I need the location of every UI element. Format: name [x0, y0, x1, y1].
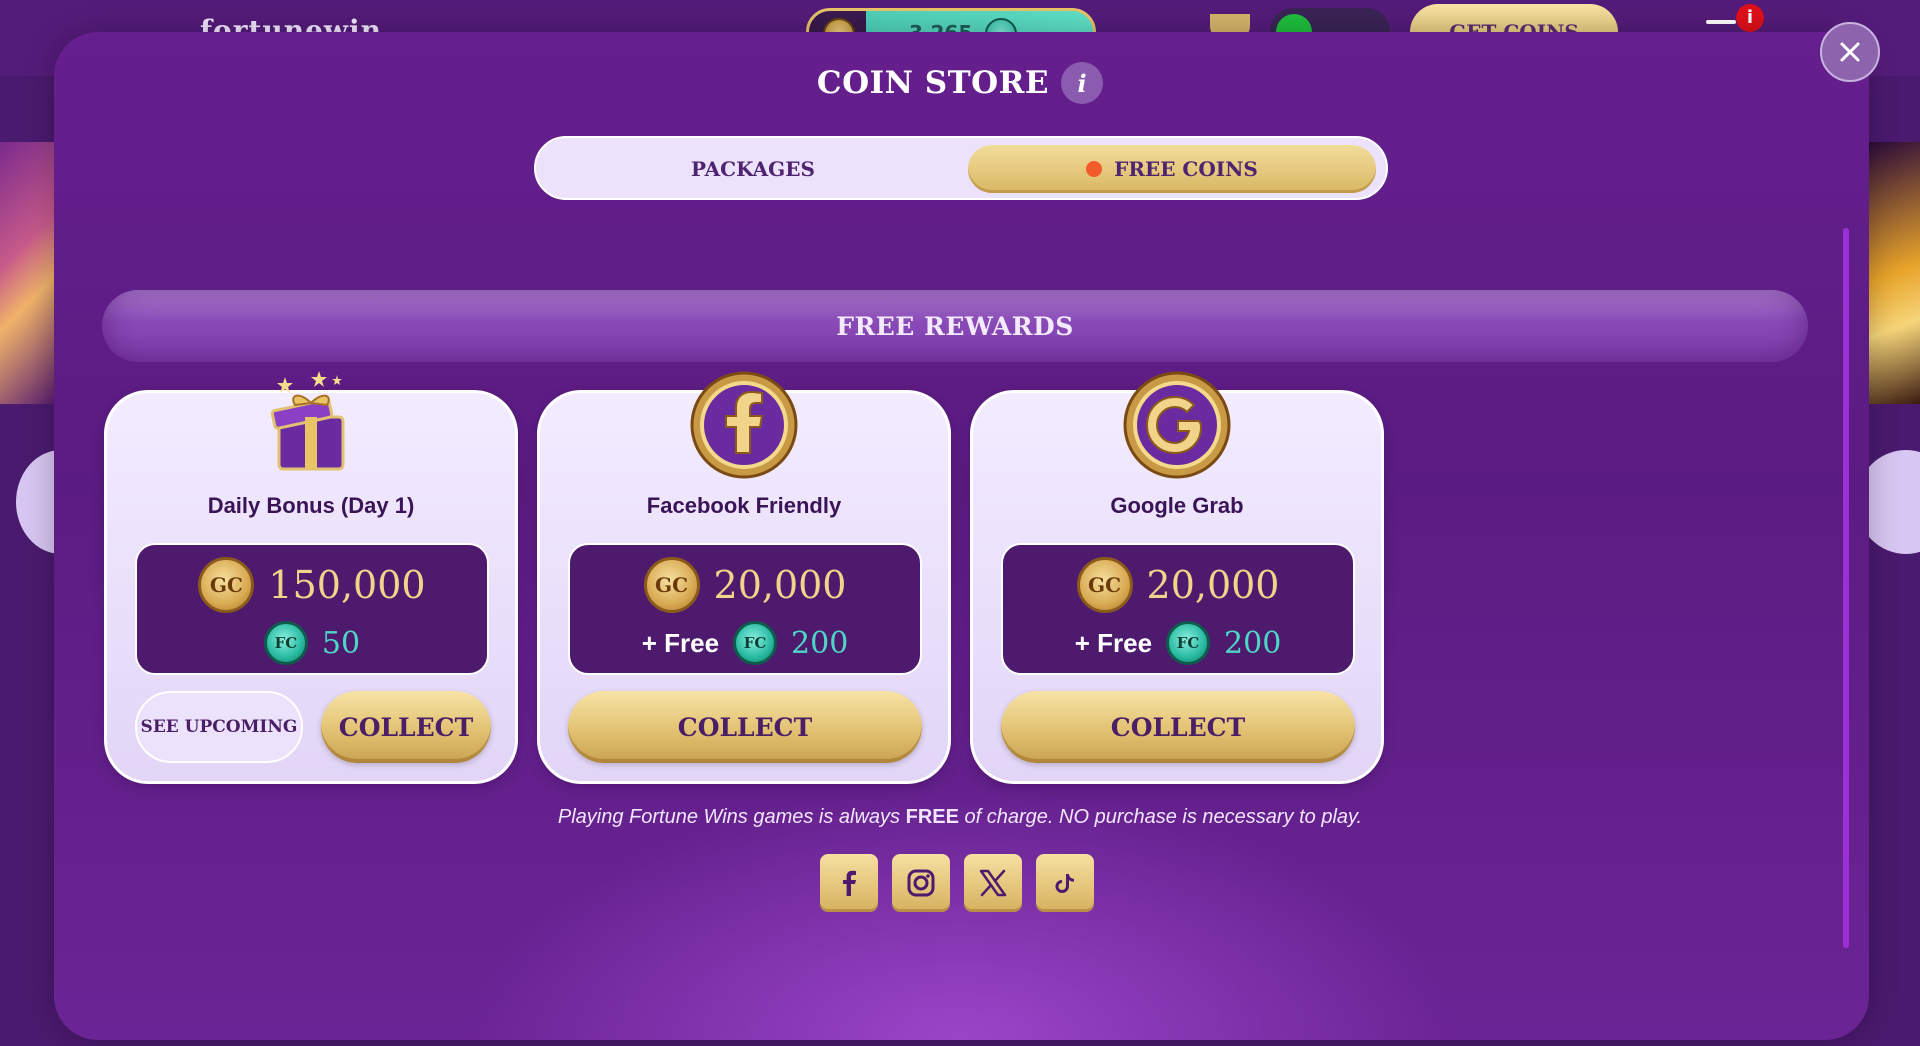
tiktok-button[interactable]	[1036, 854, 1094, 912]
gift-box-icon	[270, 371, 345, 471]
store-tabs: PACKAGES FREE COINS	[534, 136, 1388, 200]
notification-dot-icon	[1086, 161, 1103, 177]
gc-coin-icon: GC	[1076, 557, 1133, 613]
modal-scrollbar[interactable]	[1843, 228, 1849, 948]
fc-coin-icon: FC	[263, 621, 308, 665]
x-icon	[979, 869, 1007, 897]
fc-amount: 200	[1224, 625, 1282, 661]
see-upcoming-button[interactable]: SEE UPCOMING	[135, 691, 303, 763]
collect-button[interactable]: COLLECT	[321, 691, 491, 763]
background-game-tile-left	[0, 142, 54, 404]
instagram-button[interactable]	[892, 854, 950, 912]
background-game-tile-right	[1868, 142, 1920, 404]
fc-coin-icon: FC	[1166, 621, 1211, 665]
section-title: FREE REWARDS	[102, 290, 1808, 362]
page-title: COIN STORE	[816, 65, 1050, 101]
instagram-icon	[907, 869, 935, 897]
gc-coin-icon: GC	[198, 557, 255, 613]
tiktok-icon	[1055, 874, 1074, 893]
close-icon	[1840, 42, 1860, 62]
reward-amounts: GC 20,000 + Free FC 200	[568, 543, 922, 675]
facebook-button[interactable]	[820, 854, 878, 912]
reward-title: Facebook Friendly	[646, 493, 842, 518]
google-coin-icon	[1123, 371, 1231, 479]
tab-free-coins[interactable]: FREE COINS	[968, 145, 1376, 193]
reward-amounts: GC 20,000 + Free FC 200	[1001, 543, 1355, 675]
info-button[interactable]: i	[1061, 62, 1104, 104]
notification-badge: i	[1736, 4, 1764, 32]
facebook-coin-icon	[690, 371, 798, 479]
reward-card-daily-bonus: Daily Bonus (Day 1) GC 150,000 FC 50 SEE…	[104, 371, 518, 784]
social-links	[820, 854, 1094, 912]
tab-label: FREE COINS	[1114, 157, 1258, 181]
tab-label: PACKAGES	[691, 157, 815, 181]
tab-packages[interactable]: PACKAGES	[544, 145, 962, 193]
gc-amount: 20,000	[1146, 563, 1280, 607]
free-prefix: + Free	[641, 627, 720, 658]
disclaimer-text: of charge. NO purchase is necessary to p…	[958, 806, 1363, 828]
disclaimer-text: Playing Fortune Wins games is always	[557, 806, 906, 828]
reward-title: Google Grab	[1110, 493, 1244, 518]
collect-button[interactable]: COLLECT	[568, 691, 922, 763]
modal-header: COIN STORE i	[0, 62, 1920, 104]
free-prefix: + Free	[1074, 627, 1153, 658]
reward-title: Daily Bonus (Day 1)	[207, 493, 415, 518]
fc-coin-icon: FC	[733, 621, 778, 665]
menu-icon[interactable]	[1706, 20, 1736, 24]
free-play-disclaimer: Playing Fortune Wins games is always FRE…	[0, 806, 1920, 829]
fc-amount: 200	[791, 625, 849, 661]
x-button[interactable]	[964, 854, 1022, 912]
gc-amount: 150,000	[268, 563, 426, 607]
gc-coin-icon: GC	[643, 557, 700, 613]
reward-card-facebook: Facebook Friendly GC 20,000 + Free FC 20…	[537, 371, 951, 784]
collect-button[interactable]: COLLECT	[1001, 691, 1355, 763]
reward-amounts: GC 150,000 FC 50	[135, 543, 489, 675]
reward-card-google: Google Grab GC 20,000 + Free FC 200 COLL…	[970, 371, 1384, 784]
fc-amount: 50	[321, 625, 361, 661]
facebook-icon	[843, 870, 856, 896]
disclaimer-bold: FREE	[905, 806, 959, 828]
gc-amount: 20,000	[713, 563, 847, 607]
